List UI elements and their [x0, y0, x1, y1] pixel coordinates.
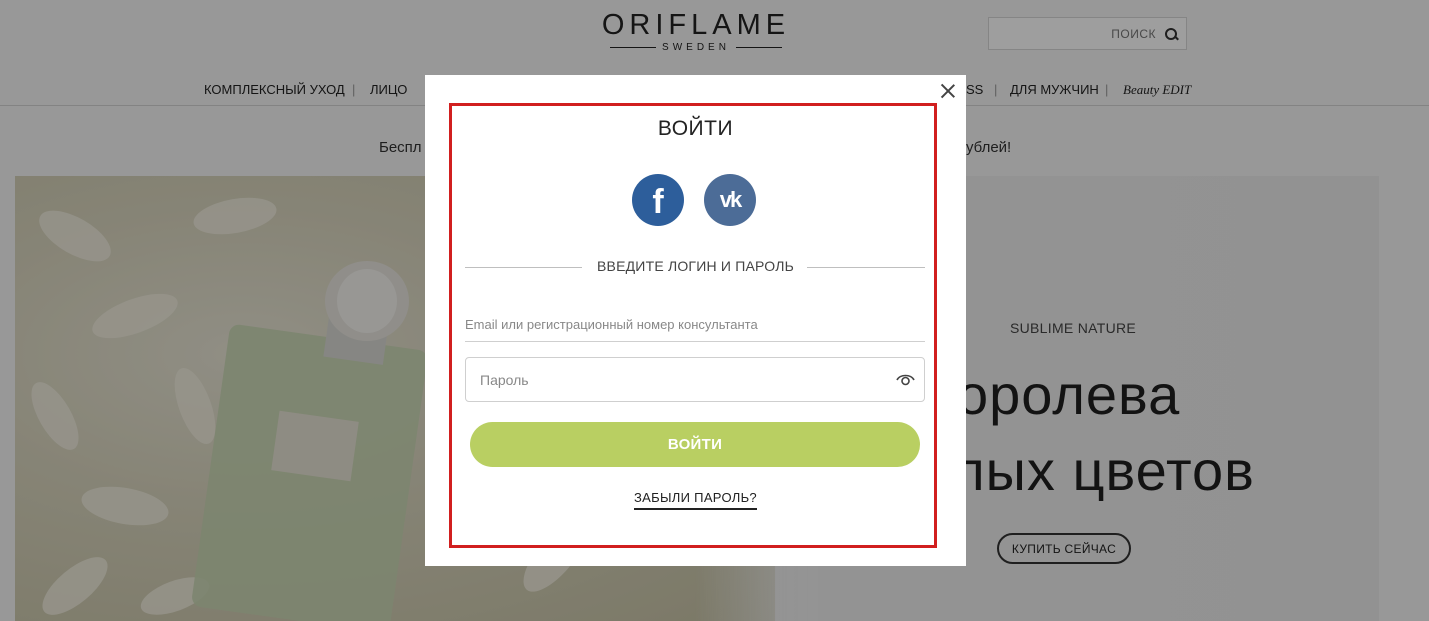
vk-icon: vk — [719, 187, 743, 212]
divider-text: ВВЕДИТЕ ЛОГИН И ПАРОЛЬ — [597, 258, 794, 274]
forgot-password-link[interactable]: ЗАБЫЛИ ПАРОЛЬ? — [634, 490, 757, 510]
forgot-password-row: ЗАБЫЛИ ПАРОЛЬ? — [425, 489, 966, 510]
modal-title: ВОЙТИ — [657, 117, 734, 140]
vk-login-button[interactable]: vk — [704, 174, 756, 226]
password-field[interactable] — [480, 358, 880, 401]
eye-icon[interactable] — [896, 373, 915, 386]
facebook-icon: f — [652, 182, 664, 221]
login-button[interactable]: ВОЙТИ — [470, 422, 920, 467]
facebook-login-button[interactable]: f — [632, 174, 684, 226]
password-field-wrap[interactable] — [465, 357, 925, 402]
email-field[interactable] — [465, 308, 925, 342]
login-modal: ВОЙТИ f vk ВВЕДИТЕ ЛОГИН И ПАРОЛЬ ВОЙТИ … — [425, 75, 966, 566]
close-icon[interactable] — [938, 81, 958, 101]
